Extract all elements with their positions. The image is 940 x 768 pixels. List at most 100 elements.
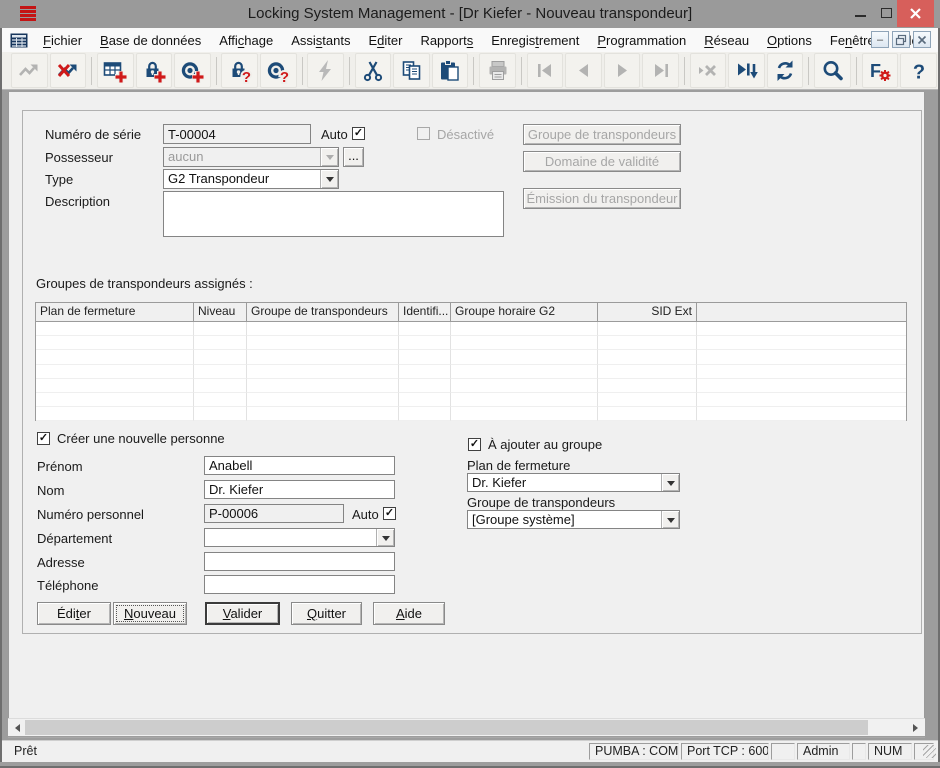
locking-plan-value: Dr. Kiefer — [468, 474, 661, 491]
personnel-number-input[interactable] — [204, 504, 344, 523]
table-cell — [451, 365, 598, 379]
menu-bar: FichierBase de donnéesAffichageAssistant… — [2, 28, 938, 53]
status-panel-num: NUM — [868, 743, 912, 760]
add-to-group-checkbox[interactable]: ✓ — [468, 438, 481, 451]
filter-settings-icon: F — [867, 58, 893, 84]
menu-fichier[interactable]: Fichier — [34, 29, 91, 52]
last-name-input[interactable] — [204, 480, 395, 499]
table-row — [36, 365, 906, 379]
help-button[interactable]: Aide — [373, 602, 445, 625]
paste-icon — [437, 58, 463, 84]
table-row — [36, 336, 906, 350]
column-header-groupe-de-transpondeurs[interactable]: Groupe de transpondeurs — [247, 303, 399, 321]
resize-grip-icon[interactable] — [923, 745, 936, 758]
chevron-down-icon[interactable] — [661, 511, 679, 528]
assigned-groups-table[interactable]: Plan de fermetureNiveauGroupe de transpo… — [35, 302, 907, 421]
auto-number-checkbox[interactable]: ✓ — [383, 507, 396, 520]
search-button[interactable] — [814, 53, 851, 88]
menu-options[interactable]: Options — [758, 29, 821, 52]
auto-serial-checkbox[interactable]: ✓ — [352, 127, 365, 140]
status-panel-port-tcp-6001: Port TCP : 6001 — [681, 743, 769, 760]
new-transponder-button[interactable] — [174, 53, 211, 88]
owner-browse-button[interactable]: ... — [343, 147, 364, 167]
status-bar: Prêt PUMBA : COM5Port TCP : 6001AdminNUM — [2, 740, 938, 763]
edit-button[interactable]: Éditer — [37, 602, 111, 625]
table-cell — [399, 322, 451, 336]
scroll-right-icon[interactable] — [908, 719, 925, 736]
deactivated-checkbox — [417, 127, 430, 140]
scroll-left-icon[interactable] — [8, 719, 25, 736]
filter-settings-button[interactable]: F — [862, 53, 899, 88]
new-lock-button[interactable] — [136, 53, 173, 88]
new-locking-plan-button[interactable] — [97, 53, 134, 88]
menu-assistants[interactable]: Assistants — [282, 29, 359, 52]
horizontal-scrollbar[interactable] — [8, 718, 925, 736]
disconnect-button[interactable] — [50, 53, 87, 88]
locking-plan-combobox[interactable]: Dr. Kiefer — [467, 473, 680, 492]
help-button[interactable]: ? — [900, 53, 937, 88]
transponder-group-combobox[interactable]: [Groupe système] — [467, 510, 680, 529]
new-locking-plan-icon — [102, 58, 128, 84]
menu-rapports[interactable]: Rapports — [411, 29, 482, 52]
serial-input[interactable] — [163, 124, 311, 144]
copy-button[interactable] — [393, 53, 430, 88]
previous-record-button — [565, 53, 602, 88]
create-person-checkbox[interactable]: ✓ — [37, 432, 50, 445]
table-cell — [399, 350, 451, 364]
first-record-icon — [532, 58, 558, 84]
first-name-input[interactable] — [204, 456, 395, 475]
apply-button[interactable]: Valider — [205, 602, 280, 625]
maximize-button[interactable] — [874, 0, 898, 27]
system-menu-icon[interactable] — [10, 33, 28, 48]
table-cell — [598, 393, 697, 407]
table-cell — [247, 336, 399, 350]
cut-button[interactable] — [355, 53, 392, 88]
menu-enregistrement[interactable]: Enregistrement — [482, 29, 588, 52]
column-header-sid-ext[interactable]: SID Ext — [598, 303, 697, 321]
mdi-restore-icon[interactable] — [892, 31, 910, 48]
column-header-groupe-horaire-g2[interactable]: Groupe horaire G2 — [451, 303, 598, 321]
address-input[interactable] — [204, 552, 395, 571]
menu-programmation[interactable]: Programmation — [588, 29, 695, 52]
department-combobox[interactable] — [204, 528, 395, 547]
read-lock-icon: ? — [227, 58, 253, 84]
read-transponder-button[interactable]: ? — [260, 53, 297, 88]
column-header-empty[interactable] — [697, 303, 906, 321]
menu-affichage[interactable]: Affichage — [210, 29, 282, 52]
type-combobox[interactable]: G2 Transpondeur — [163, 169, 339, 189]
column-header-niveau[interactable]: Niveau — [194, 303, 247, 321]
first-record-button — [527, 53, 564, 88]
phone-input[interactable] — [204, 575, 395, 594]
description-textarea[interactable] — [163, 191, 504, 237]
chevron-down-icon[interactable] — [661, 474, 679, 491]
menu-base-de-donnees[interactable]: Base de données — [91, 29, 210, 52]
chevron-down-icon[interactable] — [376, 529, 394, 546]
menu-editer[interactable]: Editer — [359, 29, 411, 52]
minimize-button[interactable] — [848, 0, 872, 27]
print-button — [479, 53, 516, 88]
type-value: G2 Transpondeur — [164, 170, 320, 188]
toolbar-separator — [808, 57, 809, 85]
column-header-identifi[interactable]: Identifi... — [399, 303, 451, 321]
cancel-record-icon — [695, 58, 721, 84]
table-body — [36, 322, 906, 421]
column-header-plan-de-fermeture[interactable]: Plan de fermeture — [36, 303, 194, 321]
owner-value: aucun — [164, 148, 320, 166]
menu-reseau[interactable]: Réseau — [695, 29, 758, 52]
new-button[interactable]: Nouveau — [113, 602, 187, 625]
scrollbar-thumb[interactable] — [25, 720, 868, 735]
table-cell — [399, 365, 451, 379]
chevron-down-icon[interactable] — [320, 170, 338, 188]
close-button[interactable] — [897, 0, 934, 27]
refresh-button[interactable] — [767, 53, 804, 88]
read-lock-button[interactable]: ? — [221, 53, 258, 88]
svg-text:F: F — [870, 61, 881, 81]
paste-button[interactable] — [432, 53, 469, 88]
quit-button[interactable]: Quitter — [291, 602, 362, 625]
mdi-close-icon[interactable] — [913, 31, 931, 48]
table-cell — [247, 379, 399, 393]
table-cell — [194, 407, 247, 421]
mdi-minimize-icon[interactable]: – — [871, 31, 889, 48]
new-transponder-icon — [179, 58, 205, 84]
goto-record-button[interactable] — [728, 53, 765, 88]
